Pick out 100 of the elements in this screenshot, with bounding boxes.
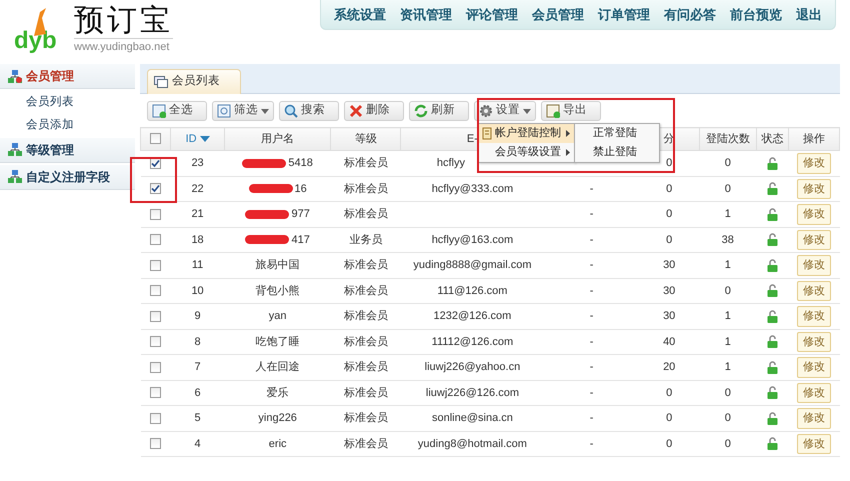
tab[interactable]: 会员列表 [147, 69, 241, 94]
table-cell: 0 [699, 431, 756, 456]
toolbar-button[interactable]: 搜索 [279, 101, 339, 121]
table-cell: 1 [699, 252, 756, 278]
toolbar-button[interactable]: 全选 [147, 101, 207, 121]
table-cell: 0 [639, 227, 700, 252]
checkbox[interactable] [150, 336, 162, 348]
column-header[interactable]: 操作 [788, 128, 840, 150]
edit-button[interactable]: 修改 [796, 357, 831, 378]
table-cell: 标准会员 [330, 354, 401, 380]
lock-icon[interactable] [766, 335, 778, 348]
lock-icon[interactable] [766, 284, 778, 298]
nav-link[interactable]: 有问必答 [657, 4, 723, 24]
table-cell: yan [268, 310, 287, 322]
checkbox[interactable] [150, 438, 162, 450]
sidebar-group[interactable]: 自定义注册字段 [0, 164, 135, 190]
lock-icon[interactable] [766, 258, 778, 272]
column-header[interactable]: ID [170, 128, 225, 150]
edit-button[interactable]: 修改 [796, 434, 831, 454]
edit-button[interactable]: 修改 [796, 178, 831, 199]
table-cell: - [544, 304, 640, 329]
table-cell: - [544, 227, 640, 252]
table-cell: 6 [170, 380, 225, 406]
checkbox[interactable] [150, 387, 162, 398]
table-cell: 30 [639, 252, 700, 278]
edit-button[interactable]: 修改 [796, 408, 831, 428]
edit-button[interactable]: 修改 [796, 332, 831, 352]
table-cell: 8 [170, 329, 225, 354]
edit-button[interactable]: 修改 [796, 153, 831, 174]
checkbox[interactable] [150, 362, 162, 373]
toolbar-button[interactable]: 刷新 [409, 101, 469, 121]
column-header[interactable]: 用户名 [224, 128, 331, 150]
column-header[interactable]: 等级 [330, 128, 401, 150]
toolbar-button[interactable]: 导出 [541, 101, 601, 121]
lock-icon[interactable] [766, 437, 778, 450]
edit-button[interactable]: 修改 [796, 306, 831, 326]
toolbar-button[interactable]: 筛选 [212, 101, 274, 121]
nav-link[interactable]: 评论管理 [459, 4, 525, 24]
table-cell: 旅易中国 [256, 259, 300, 271]
checkbox[interactable] [150, 260, 162, 271]
scroll-icon [481, 127, 493, 140]
nav-link[interactable]: 退出 [789, 4, 829, 24]
lock-icon[interactable] [766, 233, 778, 246]
sidebar-item[interactable]: 会员添加 [0, 114, 135, 138]
lock-icon[interactable] [766, 208, 778, 221]
edit-button[interactable]: 修改 [796, 280, 831, 301]
table-cell: 0 [639, 202, 700, 227]
table-cell: 0 [699, 278, 756, 304]
checkbox[interactable] [150, 310, 162, 322]
lock-icon[interactable] [766, 386, 778, 400]
table-cell: 标准会员 [330, 304, 401, 329]
table-cell: 标准会员 [330, 150, 401, 176]
column-header[interactable]: 登陆次数 [699, 128, 756, 150]
table-cell: - [544, 278, 640, 304]
table-cell: 21 [170, 202, 225, 227]
lock-icon[interactable] [766, 412, 778, 425]
sidebar-group[interactable]: 会员管理 [0, 64, 135, 89]
nav-link[interactable]: 系统设置 [327, 4, 393, 24]
edit-button[interactable]: 修改 [796, 255, 831, 276]
window-icon [154, 76, 168, 88]
group-icon [8, 70, 22, 82]
menu-item[interactable]: 帐户登陆控制 [479, 124, 574, 143]
nav-link[interactable]: 订单管理 [591, 4, 657, 24]
table-cell: 0 [699, 380, 756, 406]
table-cell: 标准会员 [330, 252, 401, 278]
table-cell: 30 [639, 278, 700, 304]
table-cell: 16 [294, 182, 307, 194]
sidebar-group[interactable]: 等级管理 [0, 138, 135, 162]
checkbox[interactable] [150, 234, 162, 246]
nav-link[interactable]: 前台预览 [723, 4, 789, 24]
sidebar-item[interactable]: 会员列表 [0, 91, 135, 114]
table-cell: 5418 [288, 157, 313, 169]
checkbox[interactable] [150, 208, 162, 220]
table-cell: 30 [639, 304, 700, 329]
table-cell: 0 [639, 176, 700, 202]
lock-icon[interactable] [766, 310, 778, 323]
nav-link[interactable]: 资讯管理 [393, 4, 459, 24]
refresh-icon [414, 104, 428, 118]
table-cell: 18 [170, 227, 225, 252]
lock-icon[interactable] [766, 156, 778, 170]
table-cell: 9 [170, 304, 225, 329]
edit-button[interactable]: 修改 [796, 204, 831, 224]
table-cell: 417 [291, 234, 310, 246]
column-header[interactable]: 状态 [756, 128, 788, 150]
lock-icon[interactable] [766, 182, 778, 196]
edit-button[interactable]: 修改 [796, 230, 831, 250]
checkbox[interactable] [150, 412, 162, 424]
settings-icon [479, 104, 493, 118]
checkbox[interactable] [150, 133, 162, 144]
lock-icon[interactable] [766, 360, 778, 374]
edit-button[interactable]: 修改 [796, 382, 831, 403]
nav-link[interactable]: 会员管理 [525, 4, 591, 24]
table-cell: 标准会员 [330, 176, 401, 202]
checkbox[interactable] [150, 285, 162, 296]
table-cell: 7 [170, 354, 225, 380]
checkbox[interactable] [150, 183, 162, 194]
table-cell: - [544, 380, 640, 406]
table-cell: 40 [639, 329, 700, 354]
toolbar-button[interactable]: 删除 [344, 101, 404, 121]
toolbar-button[interactable]: 设置 [474, 101, 536, 121]
